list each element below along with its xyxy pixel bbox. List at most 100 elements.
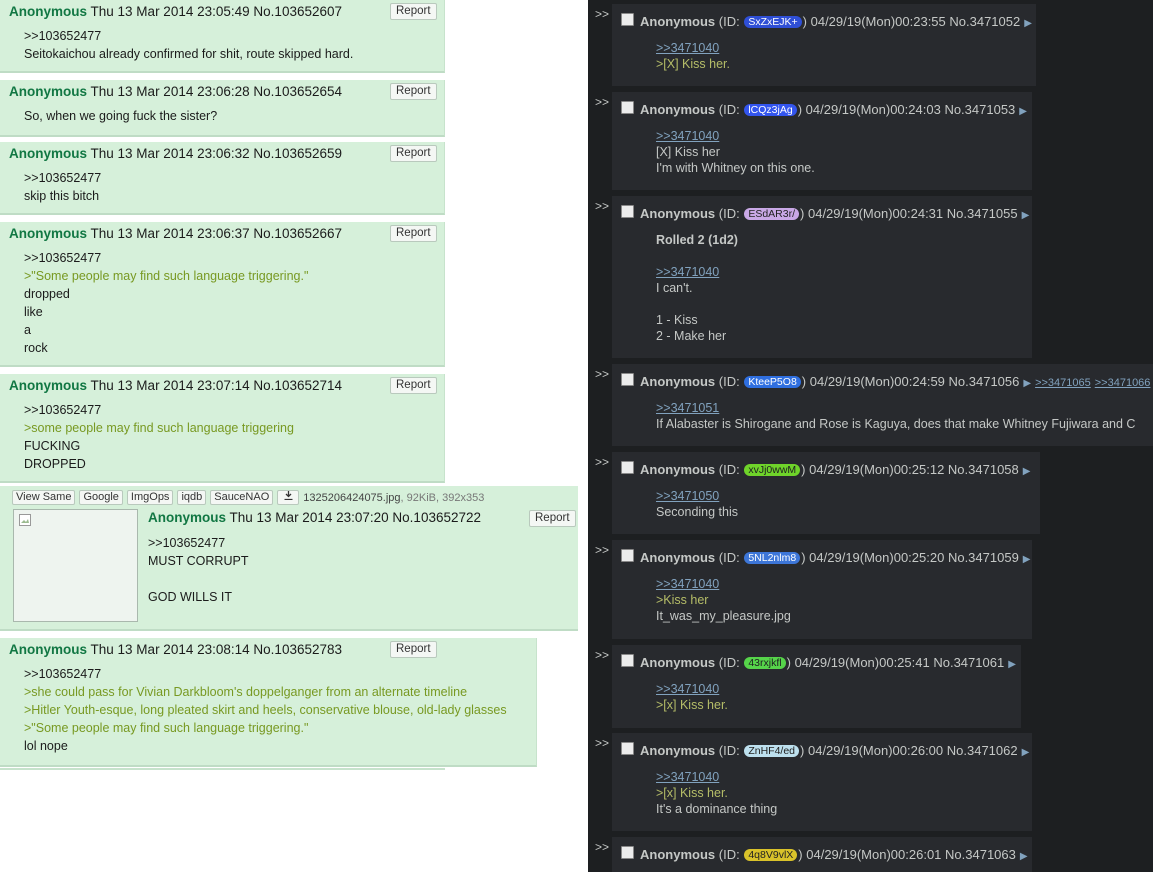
post-menu-arrow-icon[interactable]: ▶ — [1019, 106, 1027, 117]
poster-id-badge[interactable]: 5NL2nlm8 — [744, 552, 801, 564]
quote-link[interactable]: >>103652477 — [148, 534, 248, 552]
post-menu-arrow-icon[interactable]: ▶ — [1022, 747, 1030, 758]
poster-id-badge[interactable]: 43rxjkfl — [744, 657, 786, 669]
poster-id-badge[interactable]: ESdAR3r/ — [744, 208, 800, 220]
report-button[interactable]: Report — [390, 3, 437, 20]
image-thumbnail[interactable] — [13, 509, 138, 622]
poster-id-badge[interactable]: 4q8V9vlX — [744, 849, 798, 861]
post-number[interactable]: No.103652654 — [253, 84, 342, 99]
backlink[interactable]: >>3471065 — [1035, 377, 1091, 389]
id-label: (ID: — [718, 14, 740, 29]
post-header: Anonymous (ID: 43rxjkfl) 04/29/19(Mon)00… — [640, 655, 1016, 670]
google-search-button[interactable]: Google — [79, 490, 123, 505]
post-checkbox[interactable] — [621, 373, 634, 386]
post-number[interactable]: No.3471059 — [948, 550, 1019, 565]
post-checkbox[interactable] — [621, 846, 634, 859]
report-button[interactable]: Report — [390, 145, 437, 162]
post-number[interactable]: No.3471055 — [947, 206, 1018, 221]
post-menu-arrow-icon[interactable]: ▶ — [1024, 18, 1032, 29]
poster-id-badge[interactable]: KteeP5O8 — [744, 376, 801, 388]
poster-name: Anonymous — [640, 743, 716, 758]
imgops-button[interactable]: ImgOps — [126, 490, 174, 505]
backlink[interactable]: >>3471066 — [1095, 377, 1151, 389]
post-number[interactable]: No.3471056 — [949, 374, 1020, 389]
quote-link[interactable]: >>103652477 — [24, 401, 294, 419]
post-number[interactable]: No.103652714 — [253, 378, 342, 393]
poster-id-badge[interactable]: xvJj0wwM — [744, 464, 801, 476]
poster-id-badge[interactable]: SxZxEJK+ — [744, 16, 802, 28]
post-number[interactable]: No.103652607 — [253, 4, 342, 19]
quote-link[interactable]: >>3471040 — [656, 681, 728, 697]
post-checkbox[interactable] — [621, 461, 634, 474]
post-card: Anonymous (ID: lCQz3jAg) 04/29/19(Mon)00… — [612, 92, 1032, 190]
post-checkbox[interactable] — [621, 549, 634, 562]
poster-name: Anonymous — [9, 4, 88, 19]
download-icon[interactable] — [277, 490, 300, 505]
post-card: Anonymous (ID: xvJj0wwM) 04/29/19(Mon)00… — [612, 452, 1040, 534]
post-number[interactable]: No.103652783 — [253, 642, 342, 657]
quote-link[interactable]: >>3471040 — [656, 576, 791, 592]
post-body: >>3471040 >[x] Kiss her. — [656, 681, 728, 713]
quote-link[interactable]: >>3471040 — [656, 769, 777, 785]
post-body: >>103652477 MUST CORRUPT GOD WILLS IT — [148, 534, 248, 606]
report-button[interactable]: Report — [390, 641, 437, 658]
broken-image-icon — [19, 514, 31, 526]
quote-link[interactable]: >>103652477 — [24, 169, 101, 187]
id-label: (ID: — [718, 550, 740, 565]
file-name-link[interactable]: 1325206424075.jpg — [303, 492, 400, 504]
report-button[interactable]: Report — [390, 377, 437, 394]
post-checkbox[interactable] — [621, 101, 634, 114]
post-number[interactable]: No.103652659 — [253, 146, 342, 161]
quote-link[interactable]: >>103652477 — [24, 249, 308, 267]
quote-link[interactable]: >>3471040 — [656, 264, 738, 280]
report-button[interactable]: Report — [529, 510, 576, 527]
file-meta: , 92KiB, 392x353 — [400, 491, 485, 504]
post-date: 04/29/19(Mon)00:25:20 — [809, 550, 945, 565]
post-number[interactable]: No.3471058 — [948, 462, 1019, 477]
post-number[interactable]: No.3471052 — [949, 14, 1020, 29]
poster-id-badge[interactable]: ZnHF4/ed — [744, 745, 800, 757]
post-number[interactable]: No.3471061 — [933, 655, 1004, 670]
post-header: Anonymous (ID: 4q8V9vlX) 04/29/19(Mon)00… — [640, 847, 1028, 862]
quote-link[interactable]: >>3471040 — [656, 128, 815, 144]
reply-arrow: >> — [595, 199, 610, 213]
post-number[interactable]: No.3471053 — [944, 102, 1015, 117]
post-checkbox[interactable] — [621, 654, 634, 667]
reply-arrow: >> — [595, 543, 610, 557]
post-number[interactable]: No.3471063 — [945, 847, 1016, 862]
quote-link[interactable]: >>3471051 — [656, 400, 1135, 416]
post-menu-arrow-icon[interactable]: ▶ — [1023, 378, 1031, 389]
post-number[interactable]: No.3471062 — [947, 743, 1018, 758]
post-checkbox[interactable] — [621, 205, 634, 218]
post-header: Anonymous (ID: xvJj0wwM) 04/29/19(Mon)00… — [640, 462, 1030, 477]
post-number[interactable]: No.103652667 — [253, 226, 342, 241]
post-checkbox[interactable] — [621, 742, 634, 755]
quote-link[interactable]: >>3471050 — [656, 488, 738, 504]
post-text-line: skip this bitch — [24, 189, 100, 203]
quote-link[interactable]: >>103652477 — [24, 665, 507, 683]
post-menu-arrow-icon[interactable]: ▶ — [1023, 466, 1031, 477]
id-close: ) — [798, 847, 803, 862]
post-menu-arrow-icon[interactable]: ▶ — [1023, 554, 1031, 565]
view-same-button[interactable]: View Same — [12, 490, 76, 505]
post-menu-arrow-icon[interactable]: ▶ — [1008, 659, 1016, 670]
post-text-line: GOD WILLS IT — [148, 590, 233, 604]
id-close: ) — [801, 374, 807, 389]
post-header: Anonymous Thu 13 Mar 2014 23:06:32 No.10… — [9, 146, 342, 161]
quote-link[interactable]: >>3471040 — [656, 40, 730, 56]
poster-id-badge[interactable]: lCQz3jAg — [744, 104, 797, 116]
saucenao-button[interactable]: SauceNAO — [210, 490, 274, 505]
report-button[interactable]: Report — [390, 225, 437, 242]
report-button[interactable]: Report — [390, 83, 437, 100]
quote-link[interactable]: >>103652477 — [24, 27, 353, 45]
iqdb-button[interactable]: iqdb — [177, 490, 207, 505]
post-text-line — [656, 248, 738, 264]
post-checkbox[interactable] — [621, 13, 634, 26]
post-menu-arrow-icon[interactable]: ▶ — [1020, 851, 1028, 862]
post-number[interactable]: No.103652722 — [392, 510, 481, 525]
post-header: Anonymous Thu 13 Mar 2014 23:05:49 No.10… — [9, 4, 342, 19]
poster-name: Anonymous — [9, 226, 88, 241]
poster-name: Anonymous — [9, 84, 88, 99]
greentext-line: >"Some people may find such language tri… — [24, 269, 309, 283]
post-menu-arrow-icon[interactable]: ▶ — [1022, 210, 1030, 221]
